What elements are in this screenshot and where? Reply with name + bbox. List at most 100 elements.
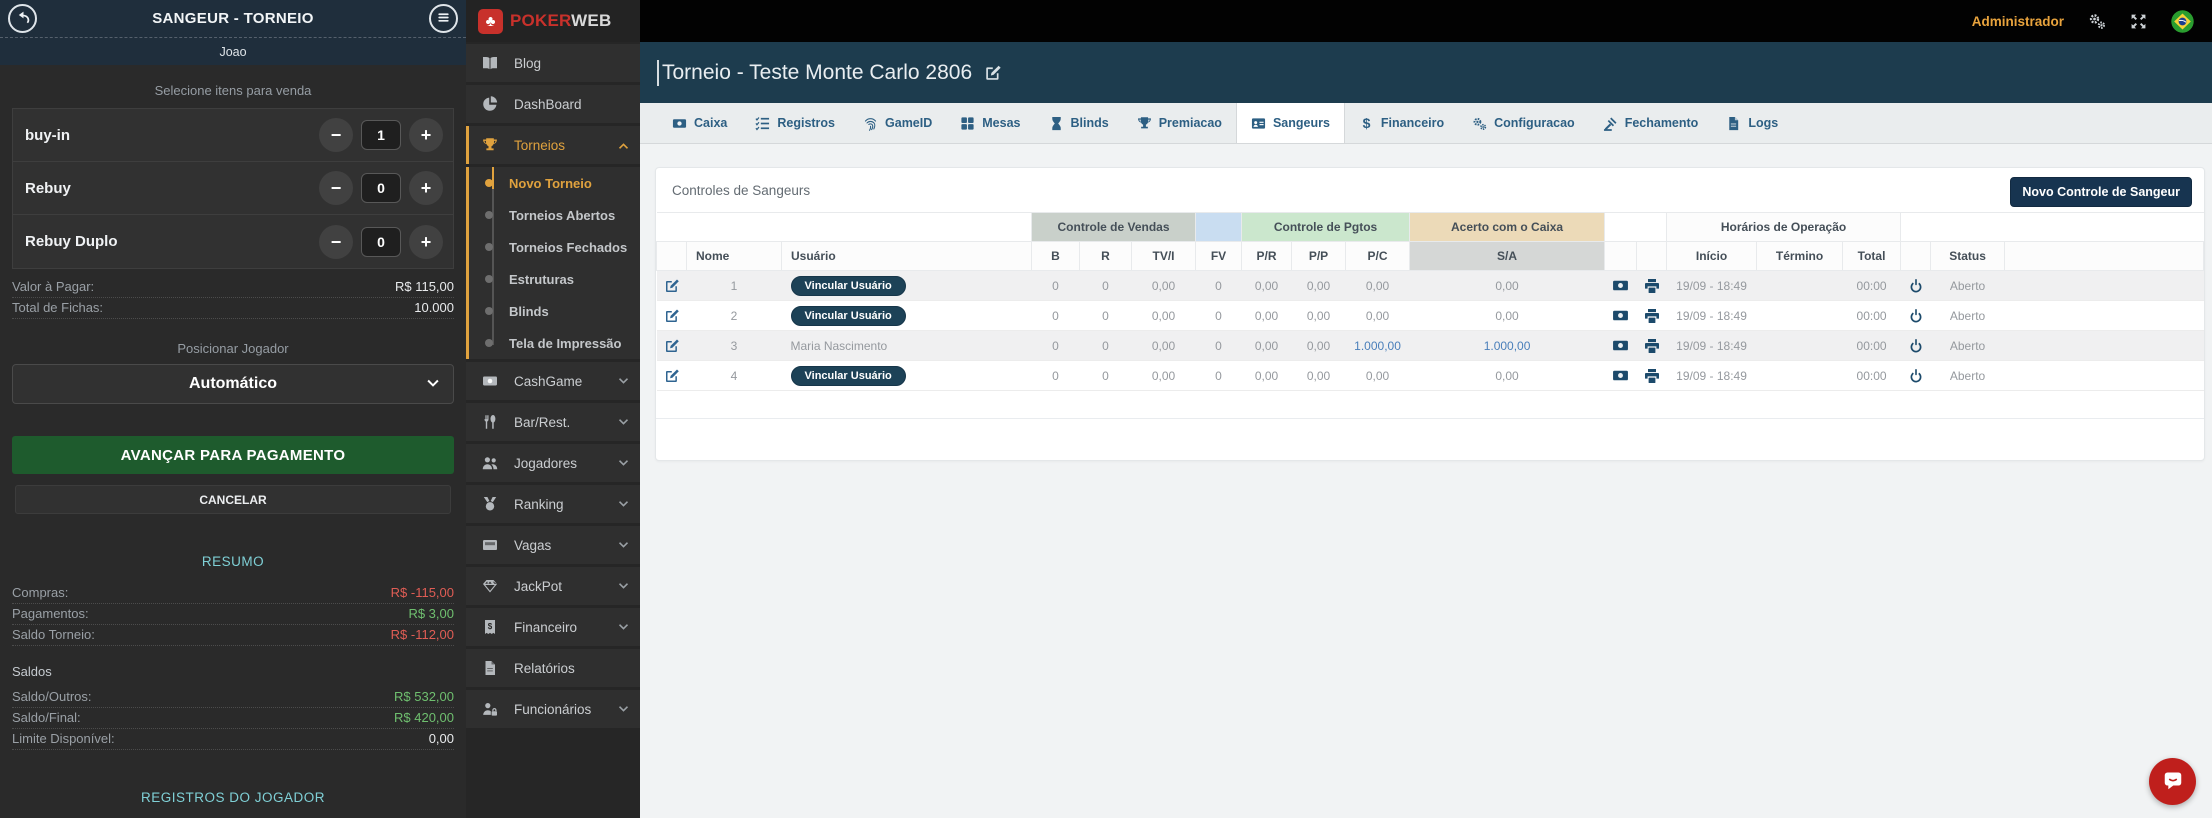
sidebar-item-funcionarios[interactable]: Funcionários: [466, 690, 640, 728]
column-header-pp: P/P: [1291, 241, 1347, 271]
link-user-button[interactable]: Vincular Usuário: [790, 275, 906, 296]
gears-icon[interactable]: [2088, 12, 2106, 30]
tab-caixa[interactable]: Caixa: [658, 103, 741, 143]
sidebar-item-label: Torneios: [514, 137, 566, 153]
edit-row-button[interactable]: [664, 368, 680, 384]
cell-nome: 3: [686, 330, 782, 361]
cell-termino: [1756, 360, 1843, 391]
sidebar-item-cashgame[interactable]: CashGame: [466, 362, 640, 400]
print-button[interactable]: [1644, 308, 1660, 324]
chevron-down-icon: [617, 539, 630, 552]
sidebar-subitem-tela-de-impress-o[interactable]: Tela de Impressão: [469, 327, 640, 359]
group-controle-de-vendas: Controle de Vendas: [1031, 212, 1197, 242]
increment-button[interactable]: +: [409, 118, 443, 152]
sangeurs-card: Controles de Sangeurs Novo Controle de S…: [655, 167, 2205, 461]
print-button[interactable]: [1644, 368, 1660, 384]
tab-configuracao[interactable]: Configuracao: [1458, 103, 1589, 143]
position-select[interactable]: Automático: [12, 364, 454, 404]
cash-button[interactable]: [1612, 277, 1629, 294]
sidebar-item-jackpot[interactable]: JackPot: [466, 567, 640, 605]
print-button[interactable]: [1644, 338, 1660, 354]
power-toggle-button[interactable]: [1908, 368, 1924, 384]
increment-button[interactable]: +: [409, 224, 443, 259]
sidebar-item-relatorios[interactable]: Relatórios: [466, 649, 640, 687]
tab-premiacao[interactable]: Premiacao: [1123, 103, 1236, 143]
quantity-stepper: −0 +: [319, 224, 443, 259]
sidebar-item-vagas[interactable]: Vagas: [466, 526, 640, 564]
tab-gameid[interactable]: GameID: [849, 103, 946, 143]
cancel-button[interactable]: CANCELAR: [15, 485, 451, 514]
cash-button[interactable]: [1612, 307, 1629, 324]
sidebar-item-blog[interactable]: Blog: [466, 44, 640, 82]
edit-title-button[interactable]: [984, 64, 1002, 82]
tab-mesas[interactable]: Mesas: [946, 103, 1034, 143]
quantity-value[interactable]: 0: [361, 173, 401, 203]
tab-blinds[interactable]: Blinds: [1035, 103, 1123, 143]
cell-nome: 1: [686, 270, 782, 301]
money-icon: [482, 373, 500, 389]
advance-payment-button[interactable]: AVANÇAR PARA PAGAMENTO: [12, 436, 454, 474]
sidebar-item-ranking[interactable]: Ranking: [466, 485, 640, 523]
title-bar: Torneio - Teste Monte Carlo 2806: [640, 42, 2212, 103]
power-toggle-button[interactable]: [1908, 308, 1924, 324]
link-user-button[interactable]: Vincular Usuário: [790, 365, 906, 386]
quantity-value[interactable]: 1: [361, 120, 401, 150]
sidebar-item-bar-rest[interactable]: Bar/Rest.: [466, 403, 640, 441]
back-button[interactable]: [8, 4, 37, 33]
sidebar-item-financeiro[interactable]: $ Financeiro: [466, 608, 640, 646]
chevron-down-icon: [617, 457, 630, 470]
brazil-flag-icon[interactable]: [2171, 9, 2194, 33]
sidebar-subitem-blinds[interactable]: Blinds: [469, 295, 640, 327]
tab-sangeurs[interactable]: Sangeurs: [1235, 103, 1345, 143]
cash-button[interactable]: [1612, 337, 1629, 354]
sidebar-subitem-torneios-abertos[interactable]: Torneios Abertos: [469, 199, 640, 231]
chat-support-button[interactable]: [2149, 758, 2196, 805]
brand-logo[interactable]: ♣ POKERWEB: [466, 0, 640, 42]
resumo-rows: Compras: R$ -115,00 Pagamentos: R$ 3,00 Sald…: [12, 583, 454, 646]
quantity-stepper: −1 +: [319, 118, 443, 152]
decrement-button[interactable]: −: [319, 171, 353, 205]
tab-label: GameID: [885, 116, 933, 130]
fullscreen-icon[interactable]: [2130, 13, 2147, 30]
page-title[interactable]: Torneio - Teste Monte Carlo 2806: [662, 61, 972, 85]
chevron-down-icon: [617, 416, 630, 429]
admin-user-menu[interactable]: Administrador: [1972, 14, 2064, 29]
tab-registros[interactable]: Registros: [741, 103, 849, 143]
sidebar-subitem-estruturas[interactable]: Estruturas: [469, 263, 640, 295]
sale-item-row: Rebuy −0 +: [13, 162, 453, 215]
column-header-sa: S/A: [1409, 241, 1606, 271]
power-toggle-button[interactable]: [1908, 278, 1924, 294]
drawer-menu-button[interactable]: [429, 4, 458, 33]
decrement-button[interactable]: −: [319, 118, 353, 152]
quantity-value[interactable]: 0: [361, 226, 401, 257]
increment-button[interactable]: +: [409, 171, 443, 205]
cell-pc: 0,00: [1345, 300, 1410, 331]
decrement-button[interactable]: −: [319, 224, 353, 259]
sidebar-item-dashboard[interactable]: DashBoard: [466, 85, 640, 123]
link-user-button[interactable]: Vincular Usuário: [790, 305, 906, 326]
undo-arrow-icon: [15, 9, 31, 28]
group-acerto-com-o-caixa: Acerto com o Caixa: [1409, 212, 1606, 242]
power-toggle-button[interactable]: [1908, 338, 1924, 354]
tab-fechamento[interactable]: Fechamento: [1589, 103, 1713, 143]
sidebar-item-torneios[interactable]: Torneios: [466, 126, 640, 164]
cardrect-icon: [482, 537, 500, 553]
quantity-stepper: −0 +: [319, 171, 443, 205]
summary-row: Valor à Pagar: R$ 115,00: [12, 277, 454, 298]
edit-row-button[interactable]: [664, 308, 680, 324]
cell-pr: 0,00: [1241, 330, 1292, 361]
print-button[interactable]: [1644, 278, 1660, 294]
column-header-pc: P/C: [1345, 241, 1411, 271]
sidebar-subitem-novo-torneio[interactable]: Novo Torneio: [469, 167, 640, 199]
column-header-termino: Término: [1756, 241, 1844, 271]
sidebar-item-jogadores[interactable]: Jogadores: [466, 444, 640, 482]
new-sangeur-control-button[interactable]: Novo Controle de Sangeur: [2010, 177, 2192, 207]
tab-logs[interactable]: Logs: [1712, 103, 1792, 143]
sidebar-subitem-torneios-fechados[interactable]: Torneios Fechados: [469, 231, 640, 263]
cell-r: 0: [1079, 360, 1132, 391]
edit-row-button[interactable]: [664, 278, 680, 294]
tab-financeiro[interactable]: $ Financeiro: [1345, 103, 1458, 143]
cash-button[interactable]: [1612, 367, 1629, 384]
edit-row-button[interactable]: [664, 338, 680, 354]
card-header: Controles de Sangeurs Novo Controle de S…: [656, 168, 2204, 212]
